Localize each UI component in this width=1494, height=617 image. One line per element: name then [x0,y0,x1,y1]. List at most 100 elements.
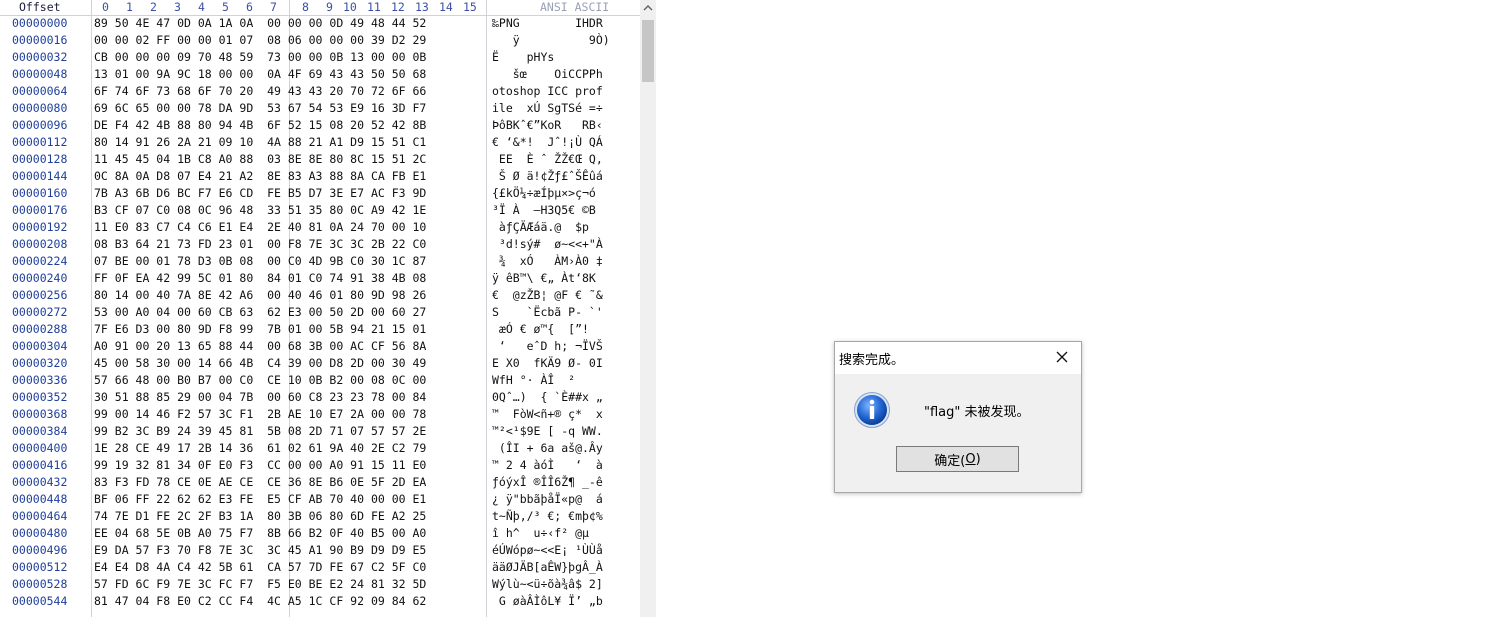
hex-row[interactable]: 00000032 CB 00 00 00 09 70 48 59 73 00 00… [0,49,640,66]
hex-row[interactable]: 00000272 53 00 A0 04 00 60 CB 63 62 E3 00… [0,304,640,321]
hex-row[interactable]: 00000144 0C 8A 0A D8 07 E4 21 A2 8E 83 A3… [0,168,640,185]
row-ascii[interactable]: ³d!sý# ø~<<+"À [492,236,603,253]
hex-row[interactable]: 00000176 B3 CF 07 C0 08 0C 96 48 33 51 35… [0,202,640,219]
row-ascii[interactable]: ile xÚ SgTSé =÷ [492,100,603,117]
row-ascii[interactable]: otoshop ICC prof [492,83,603,100]
hex-row[interactable]: 00000400 1E 28 CE 49 17 2B 14 36 61 02 61… [0,440,640,457]
row-ascii[interactable]: Š Ø ä!¢Žƒ£ˆŠÊûá [492,168,603,185]
row-hex-bytes[interactable]: 99 00 14 46 F2 57 3C F1 2B AE 10 E7 2A 0… [94,406,426,423]
row-ascii[interactable]: ƒóýxÎ ®ÎÎ6Ž¶ _-ê [492,474,603,491]
row-ascii[interactable]: E X0 fKÄ9 Ø- 0I [492,355,603,372]
row-ascii[interactable]: G øàÂÌôL¥ Ï’ „b [492,593,603,610]
row-hex-bytes[interactable]: 07 BE 00 01 78 D3 0B 08 00 C0 4D 9B C0 3… [94,253,426,270]
row-ascii[interactable]: šœ OiCCPPh [492,66,603,83]
scrollbar-thumb[interactable] [642,20,654,82]
row-hex-bytes[interactable]: DE F4 42 4B 88 80 94 4B 6F 52 15 08 20 5… [94,117,426,134]
row-ascii[interactable]: (ÎI + 6a aš@.Ây [492,440,603,457]
hex-row[interactable]: 00000288 7F E6 D3 00 80 9D F8 99 7B 01 00… [0,321,640,338]
row-hex-bytes[interactable]: EE 04 68 5E 0B A0 75 F7 8B 66 B2 0F 40 B… [94,525,426,542]
row-hex-bytes[interactable]: E4 E4 D8 4A C4 42 5B 61 CA 57 7D FE 67 C… [94,559,426,576]
hex-row[interactable]: 00000336 57 66 48 00 B0 B7 00 C0 CE 10 0B… [0,372,640,389]
row-ascii[interactable]: ³Ï À –H3Q5€ ©B [492,202,596,219]
hex-row[interactable]: 00000528 57 FD 6C F9 7E 3C FC F7 F5 E0 BE… [0,576,640,593]
hex-row[interactable]: 00000000 89 50 4E 47 0D 0A 1A 0A 00 00 00… [0,15,640,32]
hex-row[interactable]: 00000480 EE 04 68 5E 0B A0 75 F7 8B 66 B2… [0,525,640,542]
row-hex-bytes[interactable]: 00 00 02 FF 00 00 01 07 08 06 00 00 00 3… [94,32,426,49]
row-ascii[interactable]: ‘ eˆD h; ¬ÏVŠ [492,338,603,355]
hex-row[interactable]: 00000240 FF 0F EA 42 99 5C 01 80 84 01 C0… [0,270,640,287]
row-hex-bytes[interactable]: CB 00 00 00 09 70 48 59 73 00 00 0B 13 0… [94,49,426,66]
row-hex-bytes[interactable]: 69 6C 65 00 00 78 DA 9D 53 67 54 53 E9 1… [94,100,426,117]
hex-row[interactable]: 00000496 E9 DA 57 F3 70 F8 7E 3C 3C 45 A1… [0,542,640,559]
hex-row[interactable]: 00000544 81 47 04 F8 E0 C2 CC F4 4C A5 1C… [0,593,640,610]
row-hex-bytes[interactable]: 99 19 32 81 34 0F E0 F3 CC 00 00 A0 91 1… [94,457,426,474]
hex-row[interactable]: 00000256 80 14 00 40 7A 8E 42 A6 00 40 46… [0,287,640,304]
dialog-titlebar[interactable]: 搜索完成。 [835,342,1081,374]
row-ascii[interactable]: ÿ 9Ò) [492,32,610,49]
row-hex-bytes[interactable]: 7B A3 6B D6 BC F7 E6 CD FE B5 D7 3E E7 A… [94,185,426,202]
row-hex-bytes[interactable]: 80 14 91 26 2A 21 09 10 4A 88 21 A1 D9 1… [94,134,426,151]
row-hex-bytes[interactable]: 81 47 04 F8 E0 C2 CC F4 4C A5 1C CF 92 0… [94,593,426,610]
row-ascii[interactable]: t~Ñþ,/³ €; €mþ¢% [492,508,603,525]
hex-row[interactable]: 00000464 74 7E D1 FE 2C 2F B3 1A 80 3B 06… [0,508,640,525]
row-hex-bytes[interactable]: 74 7E D1 FE 2C 2F B3 1A 80 3B 06 80 6D F… [94,508,426,525]
ok-button[interactable]: 确定(O) [896,446,1019,472]
row-hex-bytes[interactable]: 45 00 58 30 00 14 66 4B C4 39 00 D8 2D 0… [94,355,426,372]
hex-row[interactable]: 00000304 A0 91 00 20 13 65 88 44 00 68 3B… [0,338,640,355]
row-hex-bytes[interactable]: 83 F3 FD 78 CE 0E AE CE CE 36 8E B6 0E 5… [94,474,426,491]
row-hex-bytes[interactable]: 0C 8A 0A D8 07 E4 21 A2 8E 83 A3 88 8A C… [94,168,426,185]
row-ascii[interactable]: ÿ êB™\ €„ Àt‘8K [492,270,596,287]
row-ascii[interactable]: ‰PNG IHDR [492,15,603,32]
row-hex-bytes[interactable]: 99 B2 3C B9 24 39 45 81 5B 08 2D 71 07 5… [94,423,426,440]
row-ascii[interactable]: ääØJÄB[aÊW}þgÂ_À [492,559,603,576]
hex-row[interactable]: 00000224 07 BE 00 01 78 D3 0B 08 00 C0 4D… [0,253,640,270]
row-hex-bytes[interactable]: 30 51 88 85 29 00 04 7B 00 60 C8 23 23 7… [94,389,426,406]
row-ascii[interactable]: WfH °· ÀÎ ² [492,372,575,389]
row-ascii[interactable]: ™²<¹$9E [ -q WW. [492,423,603,440]
hex-row[interactable]: 00000128 11 45 45 04 1B C8 A0 88 03 8E 8E… [0,151,640,168]
row-ascii[interactable]: ÞôBKˆ€”KoR RB‹ [492,117,603,134]
hex-row[interactable]: 00000048 13 01 00 9A 9C 18 00 00 0A 4F 69… [0,66,640,83]
row-ascii[interactable]: {£kÖ¼÷æÍþµ×>ç¬ó [492,185,596,202]
row-ascii[interactable]: æÓ € ø™{ [”! [492,321,589,338]
row-ascii[interactable]: ¾ xÓ ÀM›À0 ‡ [492,253,603,270]
row-ascii[interactable]: àƒÇÄÆáä.@ $p [492,219,589,236]
hex-row[interactable]: 00000096 DE F4 42 4B 88 80 94 4B 6F 52 15… [0,117,640,134]
hex-row[interactable]: 00000064 6F 74 6F 73 68 6F 70 20 49 43 43… [0,83,640,100]
row-hex-bytes[interactable]: 1E 28 CE 49 17 2B 14 36 61 02 61 9A 40 2… [94,440,426,457]
hex-row[interactable]: 00000416 99 19 32 81 34 0F E0 F3 CC 00 00… [0,457,640,474]
hex-row[interactable]: 00000080 69 6C 65 00 00 78 DA 9D 53 67 54… [0,100,640,117]
row-hex-bytes[interactable]: BF 06 FF 22 62 62 E3 FE E5 CF AB 70 40 0… [94,491,426,508]
hex-row[interactable]: 00000160 7B A3 6B D6 BC F7 E6 CD FE B5 D7… [0,185,640,202]
hex-row[interactable]: 00000192 11 E0 83 C7 C4 C6 E1 E4 2E 40 81… [0,219,640,236]
row-ascii[interactable]: ¿ ÿ"bbãþåÏ«p@ á [492,491,603,508]
hex-row[interactable]: 00000512 E4 E4 D8 4A C4 42 5B 61 CA 57 7D… [0,559,640,576]
row-hex-bytes[interactable]: 11 E0 83 C7 C4 C6 E1 E4 2E 40 81 0A 24 7… [94,219,426,236]
row-hex-bytes[interactable]: 7F E6 D3 00 80 9D F8 99 7B 01 00 5B 94 2… [94,321,426,338]
hex-row[interactable]: 00000320 45 00 58 30 00 14 66 4B C4 39 00… [0,355,640,372]
row-hex-bytes[interactable]: FF 0F EA 42 99 5C 01 80 84 01 C0 74 91 3… [94,270,426,287]
row-ascii[interactable]: Wýlù~<ü÷õà¾â$ 2] [492,576,603,593]
row-hex-bytes[interactable]: A0 91 00 20 13 65 88 44 00 68 3B 00 AC C… [94,338,426,355]
row-hex-bytes[interactable]: E9 DA 57 F3 70 F8 7E 3C 3C 45 A1 90 B9 D… [94,542,426,559]
row-hex-bytes[interactable]: 89 50 4E 47 0D 0A 1A 0A 00 00 00 0D 49 4… [94,15,426,32]
hex-row[interactable]: 00000384 99 B2 3C B9 24 39 45 81 5B 08 2D… [0,423,640,440]
row-ascii[interactable]: S `Ëcbã P- `' [492,304,603,321]
row-hex-bytes[interactable]: 6F 74 6F 73 68 6F 70 20 49 43 43 20 70 7… [94,83,426,100]
row-hex-bytes[interactable]: 08 B3 64 21 73 FD 23 01 00 F8 7E 3C 3C 2… [94,236,426,253]
hex-row[interactable]: 00000112 80 14 91 26 2A 21 09 10 4A 88 21… [0,134,640,151]
row-ascii[interactable]: € @zŽB¦ @F € ˜& [492,287,603,304]
hex-row[interactable]: 00000208 08 B3 64 21 73 FD 23 01 00 F8 7E… [0,236,640,253]
row-hex-bytes[interactable]: 57 66 48 00 B0 B7 00 C0 CE 10 0B B2 00 0… [94,372,426,389]
hex-editor-view[interactable]: Offset 0 1 2 3 4 5 6 7 8 9 10 11 12 13 1… [0,0,656,617]
scroll-up-arrow-icon[interactable] [640,0,656,16]
row-hex-bytes[interactable]: B3 CF 07 C0 08 0C 96 48 33 51 35 80 0C A… [94,202,426,219]
row-ascii[interactable]: Ë pHYs [492,49,554,66]
row-ascii[interactable]: € ‘&*! Jˆ!¡Ù QÁ [492,134,603,151]
row-hex-bytes[interactable]: 13 01 00 9A 9C 18 00 00 0A 4F 69 43 43 5… [94,66,426,83]
hex-row[interactable]: 00000352 30 51 88 85 29 00 04 7B 00 60 C8… [0,389,640,406]
vertical-scrollbar[interactable] [640,0,656,617]
hex-row[interactable]: 00000448 BF 06 FF 22 62 62 E3 FE E5 CF AB… [0,491,640,508]
row-hex-bytes[interactable]: 53 00 A0 04 00 60 CB 63 62 E3 00 50 2D 0… [94,304,426,321]
row-ascii[interactable]: éÚWópø~<<E¡ ¹ÙÙå [492,542,603,559]
